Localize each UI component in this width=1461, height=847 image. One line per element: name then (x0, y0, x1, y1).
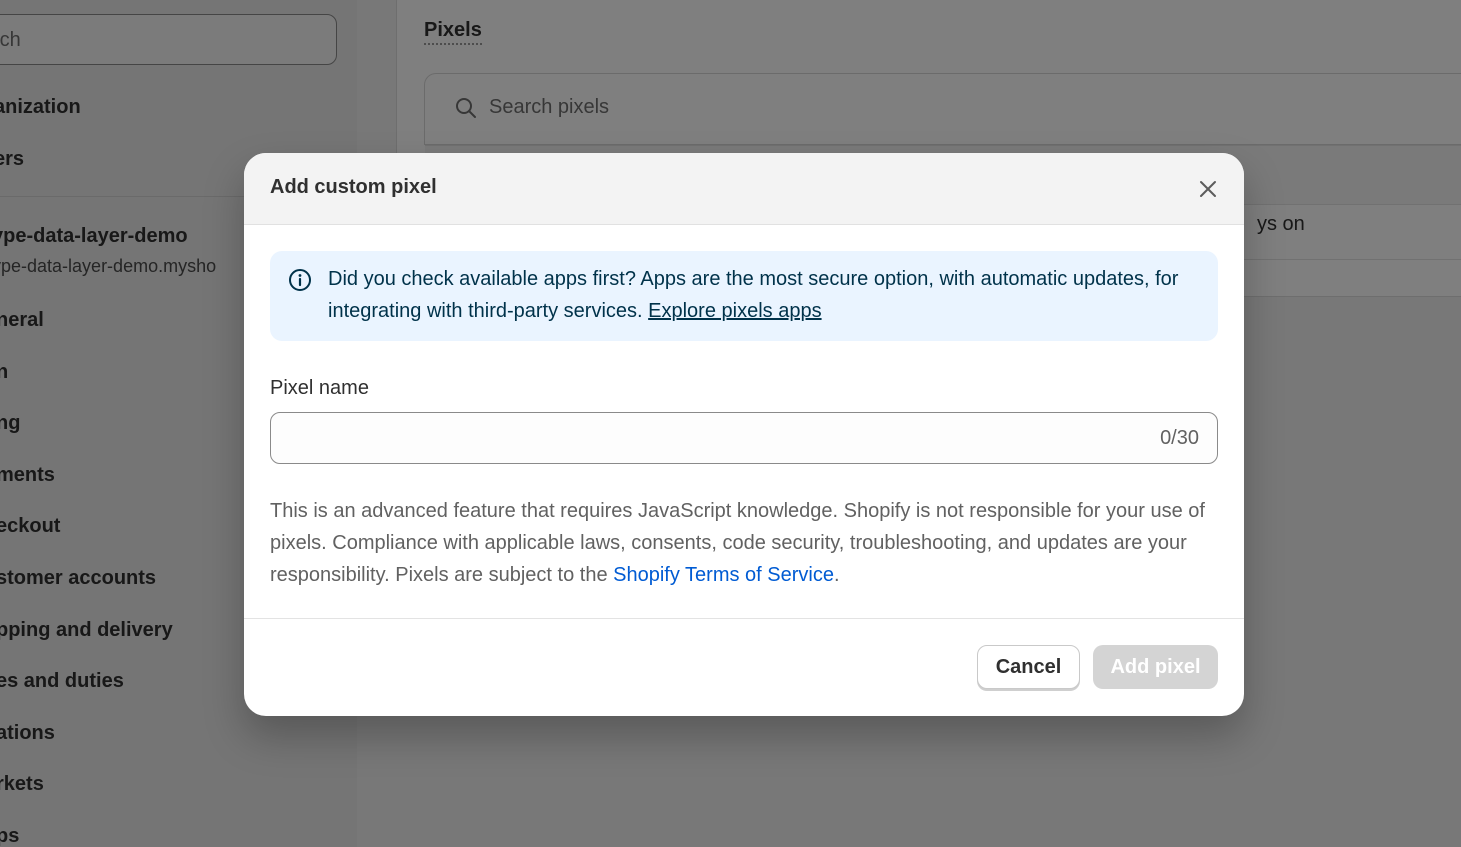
app-page: rch anization ers ype-data-layer-demo yp… (0, 0, 1461, 847)
add-pixel-button[interactable]: Add pixel (1093, 645, 1218, 689)
pixel-name-input[interactable] (283, 421, 1127, 457)
info-icon (288, 268, 312, 297)
terms-of-service-link[interactable]: Shopify Terms of Service (613, 564, 834, 586)
character-counter: 0/30 (1160, 427, 1199, 449)
disclaimer-suffix: . (833, 564, 840, 586)
info-banner: Did you check available apps first? Apps… (270, 251, 1218, 341)
modal-footer-divider (244, 618, 1244, 619)
disclaimer-text: This is an advanced feature that require… (270, 495, 1220, 591)
add-custom-pixel-modal: Add custom pixel Did you check available… (244, 153, 1244, 716)
cancel-button[interactable]: Cancel (977, 645, 1080, 689)
modal-title: Add custom pixel (270, 176, 437, 198)
modal-header: Add custom pixel (244, 153, 1244, 225)
info-banner-text: Did you check available apps first? Apps… (328, 263, 1208, 327)
explore-pixels-apps-link[interactable]: Explore pixels apps (648, 300, 821, 322)
close-icon (1198, 179, 1218, 204)
close-button[interactable] (1190, 173, 1226, 209)
pixel-name-field[interactable]: 0/30 (270, 412, 1218, 464)
pixel-name-label: Pixel name (270, 377, 369, 399)
